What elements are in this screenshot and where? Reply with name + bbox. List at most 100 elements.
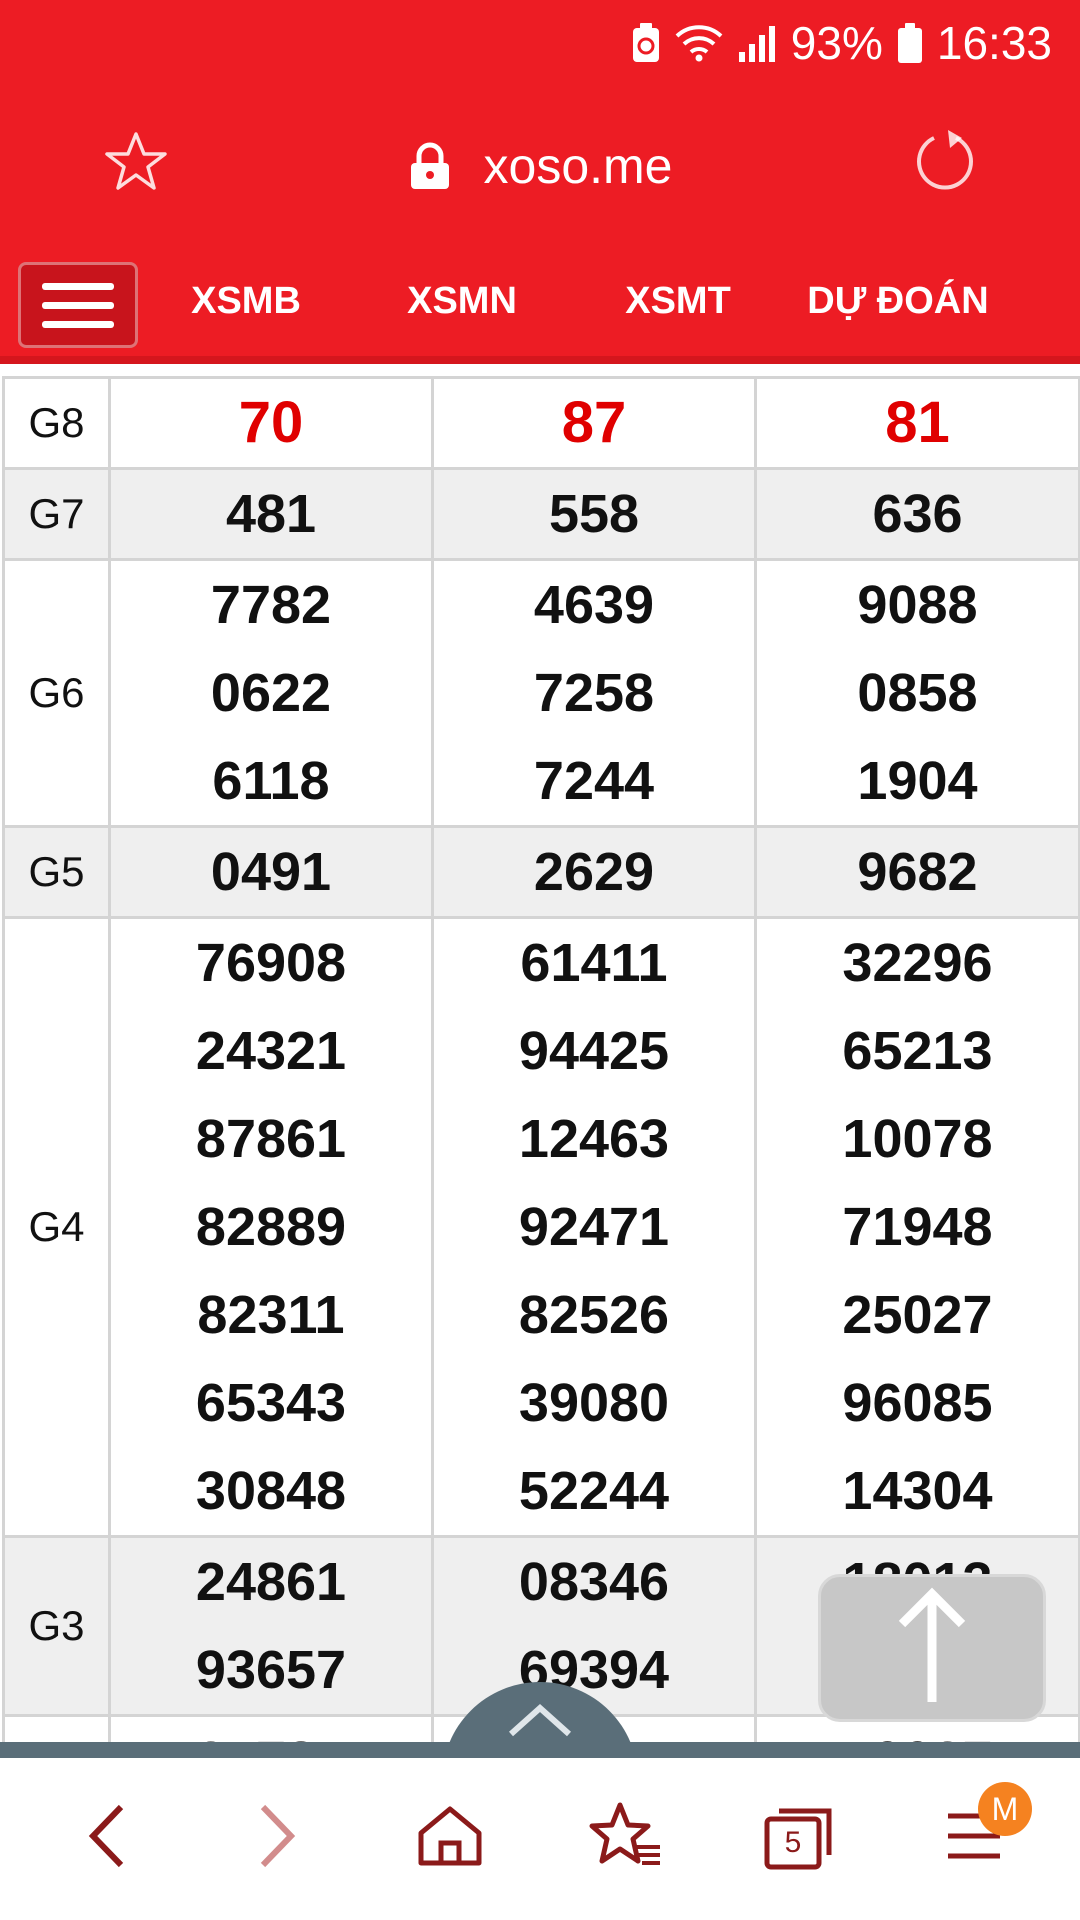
home-button[interactable] bbox=[400, 1788, 500, 1888]
arrow-up-icon bbox=[892, 1586, 972, 1711]
prize-number: 12463 bbox=[518, 1109, 670, 1169]
prize-cell: 481 bbox=[108, 467, 434, 561]
prize-number: 81 bbox=[885, 390, 950, 455]
prize-number: 92471 bbox=[518, 1197, 670, 1257]
prize-number: 87 bbox=[561, 390, 627, 455]
prize-number: 6118 bbox=[212, 751, 330, 811]
prize-number: 61411 bbox=[520, 933, 668, 993]
prize-number: 96085 bbox=[842, 1373, 993, 1433]
prize-label: G6 bbox=[2, 558, 111, 828]
prize-cell: 0491 bbox=[108, 825, 434, 919]
bookmark-star-icon[interactable] bbox=[104, 130, 168, 194]
chevron-right-icon bbox=[253, 1801, 303, 1876]
menu-line bbox=[42, 301, 114, 309]
prize-cell: 558 bbox=[431, 467, 757, 561]
status-bar: 93% 16:33 bbox=[0, 0, 1080, 86]
browser-bottom-bar: 5 bbox=[0, 1758, 1080, 1920]
prize-number: 4639 bbox=[533, 575, 655, 635]
prize-number: 9682 bbox=[857, 842, 978, 902]
prize-number: 25027 bbox=[842, 1285, 993, 1345]
prize-cell: 08346 69394 bbox=[431, 1535, 757, 1717]
browser-url-bar: xoso.me bbox=[0, 86, 1080, 246]
forward-button[interactable] bbox=[228, 1788, 328, 1888]
nav-item-xsmb[interactable]: XSMB bbox=[180, 246, 312, 356]
table-row: G6 7782 0622 6118 4639 7258 7244 9088 0858 1904 bbox=[2, 558, 1080, 828]
prize-number: 0491 bbox=[210, 842, 332, 902]
prize-number: 65213 bbox=[842, 1021, 993, 1081]
prize-number: 24861 bbox=[195, 1552, 347, 1612]
prize-cell: 9088 0858 1904 bbox=[754, 558, 1080, 828]
profile-badge: M bbox=[978, 1782, 1032, 1836]
prize-cell: 32296 65213 10078 71948 25027 96085 14304 bbox=[754, 916, 1080, 1538]
prize-number: 481 bbox=[225, 484, 317, 544]
chevron-left-icon bbox=[81, 1801, 131, 1876]
prize-number: 30848 bbox=[195, 1461, 347, 1521]
prize-cell: 61411 94425 12463 92471 82526 39080 52244 bbox=[431, 916, 757, 1538]
battery-percent: 93% bbox=[790, 17, 883, 69]
prize-number: 24321 bbox=[195, 1021, 347, 1081]
prize-cell: 7782 0622 6118 bbox=[108, 558, 434, 828]
prize-label: G8 bbox=[2, 376, 111, 470]
prize-number: 9088 bbox=[857, 575, 978, 635]
prize-cell: 76908 24321 87861 82889 82311 65343 30848 bbox=[108, 916, 434, 1538]
prize-number: 7258 bbox=[533, 663, 655, 723]
table-row: G5 0491 2629 9682 bbox=[2, 825, 1080, 919]
prize-number: 52244 bbox=[518, 1461, 670, 1521]
lock-icon bbox=[408, 142, 452, 190]
nav-item-du-doan[interactable]: DỰ ĐOÁN bbox=[800, 246, 996, 356]
prize-cell: 24861 93657 bbox=[108, 1535, 434, 1717]
tabs-button[interactable]: 5 bbox=[748, 1788, 848, 1888]
battery-icon bbox=[897, 22, 923, 64]
prize-label: G4 bbox=[2, 916, 111, 1538]
prize-cell: 4639 7258 7244 bbox=[431, 558, 757, 828]
prize-number: 39080 bbox=[518, 1373, 670, 1433]
prize-number: 2629 bbox=[533, 842, 655, 902]
prize-cell: 9682 bbox=[754, 825, 1080, 919]
prize-number: 7244 bbox=[533, 751, 655, 811]
nav-item-xsmn[interactable]: XSMN bbox=[396, 246, 528, 356]
prize-number: 71948 bbox=[842, 1197, 993, 1257]
menu-line bbox=[42, 320, 114, 328]
prize-number: 82311 bbox=[197, 1285, 345, 1345]
prize-cell: 81 bbox=[754, 376, 1080, 470]
prize-number: 14304 bbox=[842, 1461, 993, 1521]
prize-number: 0858 bbox=[857, 663, 978, 723]
prize-number: 93657 bbox=[195, 1640, 347, 1700]
site-nav: XSMB XSMN XSMT DỰ ĐOÁN bbox=[0, 246, 1080, 364]
prize-number: 10078 bbox=[842, 1109, 993, 1169]
table-row: G8 70 87 81 bbox=[2, 376, 1080, 470]
bookmarks-star-icon bbox=[588, 1801, 664, 1876]
prize-number: 08346 bbox=[518, 1552, 670, 1612]
reload-icon[interactable] bbox=[912, 128, 978, 194]
prize-number: 636 bbox=[872, 484, 963, 544]
prize-number: 70 bbox=[238, 390, 304, 455]
prize-number: 82526 bbox=[518, 1285, 670, 1345]
prize-cell: 636 bbox=[754, 467, 1080, 561]
tabs-count: 5 bbox=[784, 1826, 802, 1859]
prize-label: G5 bbox=[2, 825, 111, 919]
prize-number: 558 bbox=[548, 484, 640, 544]
battery-saver-icon bbox=[631, 22, 661, 64]
bookmarks-button[interactable] bbox=[576, 1788, 676, 1888]
prize-number: 82889 bbox=[195, 1197, 347, 1257]
prize-label: G3 bbox=[2, 1535, 111, 1717]
home-icon bbox=[415, 1803, 485, 1874]
prize-number: 0622 bbox=[210, 663, 332, 723]
url-domain: xoso.me bbox=[483, 138, 673, 194]
clock: 16:33 bbox=[936, 17, 1052, 69]
back-button[interactable] bbox=[56, 1788, 156, 1888]
tabs-icon: 5 bbox=[763, 1805, 833, 1871]
prize-number: 7782 bbox=[210, 575, 332, 635]
prize-number: 65343 bbox=[195, 1373, 347, 1433]
hamburger-menu-button[interactable] bbox=[18, 262, 138, 348]
signal-icon bbox=[737, 24, 777, 62]
scroll-to-top-button[interactable] bbox=[818, 1574, 1046, 1722]
prize-label: G7 bbox=[2, 467, 111, 561]
nav-item-xsmt[interactable]: XSMT bbox=[612, 246, 744, 356]
prize-number: 94425 bbox=[518, 1021, 670, 1081]
menu-line bbox=[42, 282, 114, 290]
prize-number: 87861 bbox=[195, 1109, 347, 1169]
table-row: G7 481 558 636 bbox=[2, 467, 1080, 561]
prize-number: 1904 bbox=[857, 751, 978, 811]
prize-number: 76908 bbox=[195, 933, 347, 993]
